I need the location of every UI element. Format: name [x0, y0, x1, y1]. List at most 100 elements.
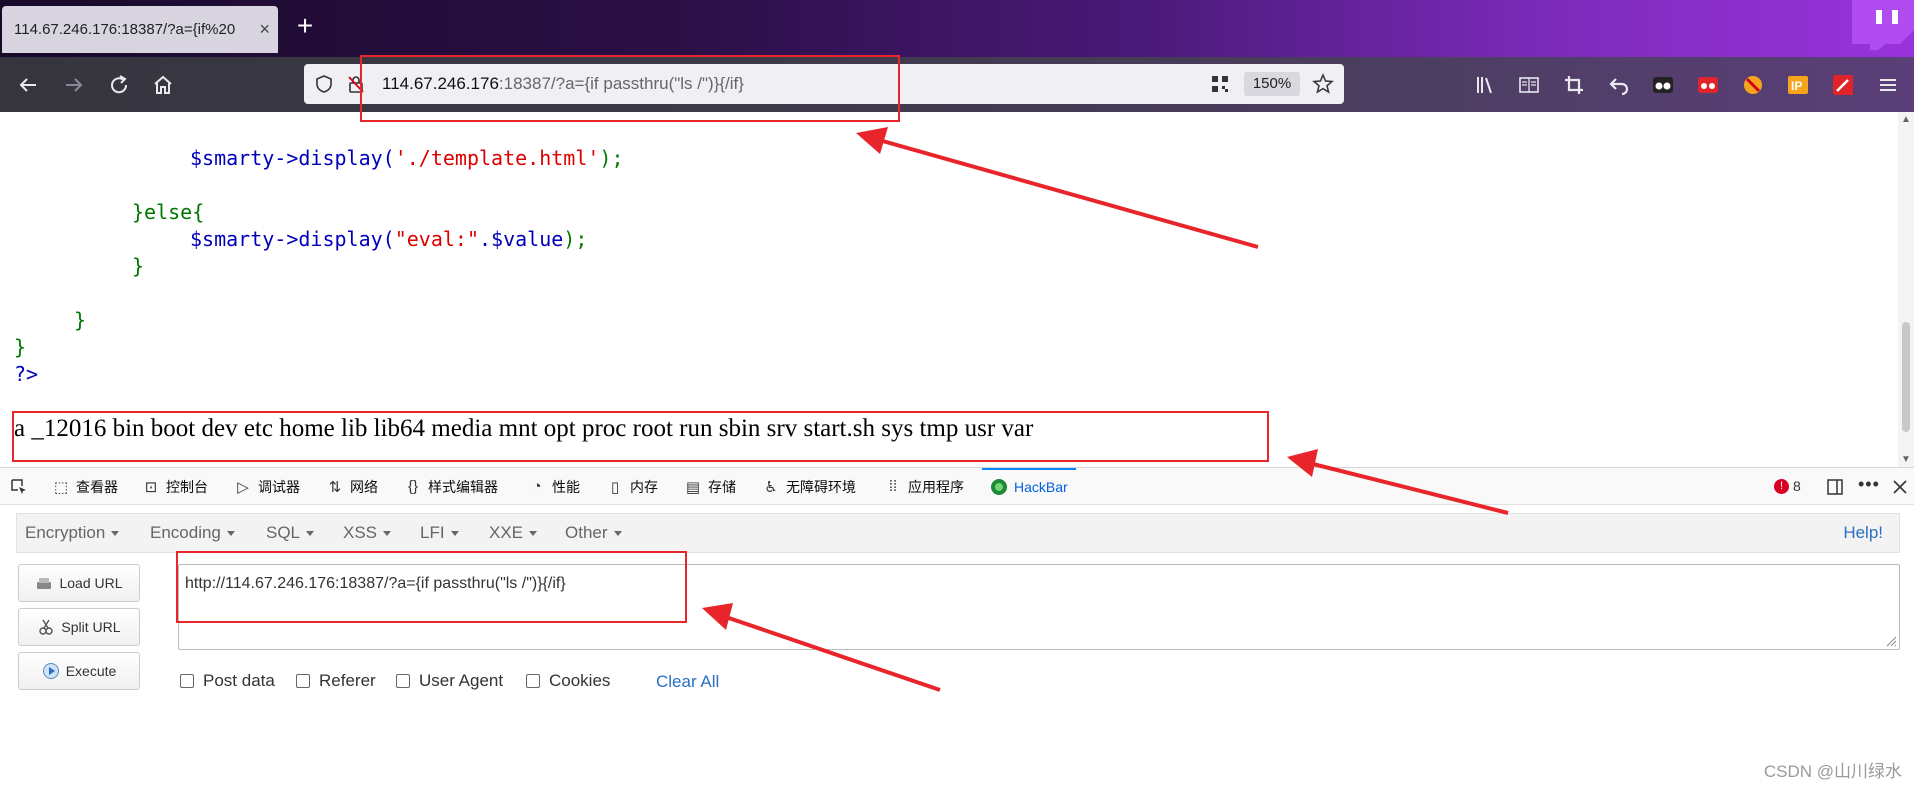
- devtools-tab-accessibility[interactable]: ♿ 无障碍环境: [762, 468, 856, 506]
- resize-grip-icon[interactable]: [1885, 635, 1897, 647]
- devtools-tab-debugger[interactable]: ▷ 调试器: [234, 468, 300, 506]
- chevron-down-icon: [529, 531, 538, 537]
- annotation-box-hackbar-url: [176, 551, 687, 623]
- code-line-else: }else{: [132, 200, 205, 224]
- browser-tab-active[interactable]: 114.67.246.176:18387/?a={if%20 ×: [2, 6, 278, 53]
- error-icon: !: [1774, 478, 1789, 494]
- shield-icon[interactable]: [314, 74, 334, 94]
- error-counter[interactable]: ! 8: [1774, 478, 1801, 494]
- svg-text:IP: IP: [1791, 79, 1802, 93]
- scissors-icon: [39, 619, 54, 635]
- devtools-tab-inspector[interactable]: ⬚ 查看器: [52, 468, 118, 506]
- help-link[interactable]: Help!: [1843, 523, 1883, 543]
- devtools-toolbar: ⬚ 查看器 ⊡ 控制台 ▷ 调试器 ⇅ 网络 {} 样式编辑器 ◔ 性能 ▯ 内存 ▤ 存储 ♿…: [0, 467, 1914, 505]
- debugger-icon: ▷: [237, 479, 249, 496]
- extension-ip-icon[interactable]: IP: [1787, 74, 1809, 96]
- extension-red-mask-icon[interactable]: [1697, 74, 1719, 96]
- checkbox-box[interactable]: [396, 674, 410, 688]
- devtools-tab-style-editor[interactable]: {} 样式编辑器: [404, 468, 498, 506]
- annotation-box-output: [12, 411, 1269, 462]
- more-options-icon[interactable]: •••: [1858, 474, 1880, 495]
- code-line-display-template: $smarty->display('./template.html');: [190, 146, 624, 170]
- memory-icon: ▯: [610, 479, 620, 496]
- performance-icon: ◔: [532, 478, 542, 495]
- scroll-up-icon[interactable]: ▲: [1901, 114, 1911, 125]
- devtools-tab-network[interactable]: ⇅ 网络: [326, 468, 378, 506]
- chevron-down-icon: [111, 531, 120, 537]
- clear-all-link[interactable]: Clear All: [656, 672, 719, 692]
- menu-xss[interactable]: XSS: [343, 523, 392, 543]
- menu-lfi[interactable]: LFI: [420, 523, 459, 543]
- split-url-button[interactable]: Split URL: [18, 608, 140, 646]
- referer-checkbox[interactable]: Referer: [296, 671, 376, 691]
- close-devtools-icon[interactable]: [1892, 479, 1908, 495]
- storage-icon: ▤: [685, 479, 701, 496]
- reload-icon[interactable]: [105, 71, 133, 99]
- chevron-down-icon: [306, 531, 315, 537]
- undo-icon[interactable]: [1608, 74, 1630, 96]
- chevron-down-icon: [450, 531, 459, 537]
- back-arrow-icon[interactable]: [14, 71, 42, 99]
- devtools-tab-memory[interactable]: ▯ 内存: [606, 468, 658, 506]
- twitch-logo-icon: [1852, 0, 1914, 50]
- menu-encoding[interactable]: Encoding: [150, 523, 235, 543]
- forward-arrow-icon[interactable]: [60, 71, 88, 99]
- library-icon[interactable]: [1474, 74, 1496, 96]
- zoom-level-badge[interactable]: 150%: [1244, 72, 1300, 96]
- new-tab-button[interactable]: +: [290, 12, 320, 42]
- chevron-down-icon: [613, 531, 622, 537]
- dock-side-icon[interactable]: [1826, 478, 1844, 496]
- user-agent-checkbox[interactable]: User Agent: [396, 671, 503, 691]
- application-grid-icon: ⁞⁞: [888, 478, 898, 495]
- chevron-down-icon: [226, 531, 235, 537]
- reader-view-icon[interactable]: [1518, 74, 1540, 96]
- menu-sql[interactable]: SQL: [266, 523, 315, 543]
- inspector-icon: ⬚: [53, 479, 69, 496]
- extension-glasses-icon[interactable]: [1652, 74, 1674, 96]
- chevron-down-icon: [383, 531, 392, 537]
- menu-encryption[interactable]: Encryption: [25, 523, 120, 543]
- annotation-box-url: [360, 55, 900, 122]
- bookmark-star-icon[interactable]: [1312, 73, 1334, 95]
- execute-button[interactable]: Execute: [18, 652, 140, 690]
- devtools-tab-application[interactable]: ⁞⁞ 应用程序: [884, 468, 964, 506]
- menu-other[interactable]: Other: [565, 523, 622, 543]
- menu-xxe[interactable]: XXE: [489, 523, 538, 543]
- hackbar-menu: Encryption Encoding SQL XSS LFI XXE Othe…: [16, 513, 1900, 553]
- scrollbar-thumb[interactable]: [1902, 322, 1910, 432]
- checkbox-box[interactable]: [296, 674, 310, 688]
- devtools-tab-performance[interactable]: ◔ 性能: [528, 468, 580, 506]
- navigation-toolbar: 114.67.246.176:18387/?a={if passthru("ls…: [0, 57, 1914, 112]
- extension-block-icon[interactable]: [1742, 74, 1764, 96]
- accessibility-icon: ♿: [764, 479, 778, 496]
- devtools-tab-hackbar[interactable]: HackBar: [982, 468, 1076, 506]
- screenshot-crop-icon[interactable]: [1563, 74, 1585, 96]
- home-icon[interactable]: [149, 71, 177, 99]
- checkbox-box[interactable]: [180, 674, 194, 688]
- code-line-display-eval: $smarty->display("eval:".$value);: [190, 227, 588, 251]
- play-icon: [42, 663, 59, 679]
- browser-tab-strip: 114.67.246.176:18387/?a={if%20 × +: [0, 0, 1914, 57]
- network-icon: ⇅: [328, 479, 342, 496]
- element-picker-icon[interactable]: [10, 478, 28, 496]
- load-url-button[interactable]: Load URL: [18, 564, 140, 602]
- code-line-php-close: ?>: [14, 362, 39, 386]
- tab-title: 114.67.246.176:18387/?a={if%20: [14, 21, 236, 38]
- checkbox-box[interactable]: [526, 674, 540, 688]
- devtools-tab-storage[interactable]: ▤ 存储: [684, 468, 736, 506]
- csdn-watermark: CSDN @山川绿水: [1763, 762, 1902, 781]
- extension-wand-icon[interactable]: [1832, 74, 1854, 96]
- tab-close-icon[interactable]: ×: [252, 19, 270, 39]
- load-url-icon: [37, 578, 52, 589]
- code-line-close-brace: }: [74, 308, 87, 332]
- post-data-checkbox[interactable]: Post data: [180, 671, 275, 691]
- hackbar-icon: [990, 478, 1008, 496]
- qr-code-icon[interactable]: [1210, 74, 1230, 94]
- style-editor-icon: {}: [407, 478, 419, 495]
- menu-hamburger-icon[interactable]: [1877, 74, 1899, 96]
- cookies-checkbox[interactable]: Cookies: [526, 671, 610, 691]
- page-scrollbar[interactable]: ▲ ▼: [1898, 112, 1914, 467]
- code-line-close-brace: }: [132, 254, 145, 278]
- devtools-tab-console[interactable]: ⊡ 控制台: [142, 468, 208, 506]
- scroll-down-icon[interactable]: ▼: [1901, 454, 1911, 465]
